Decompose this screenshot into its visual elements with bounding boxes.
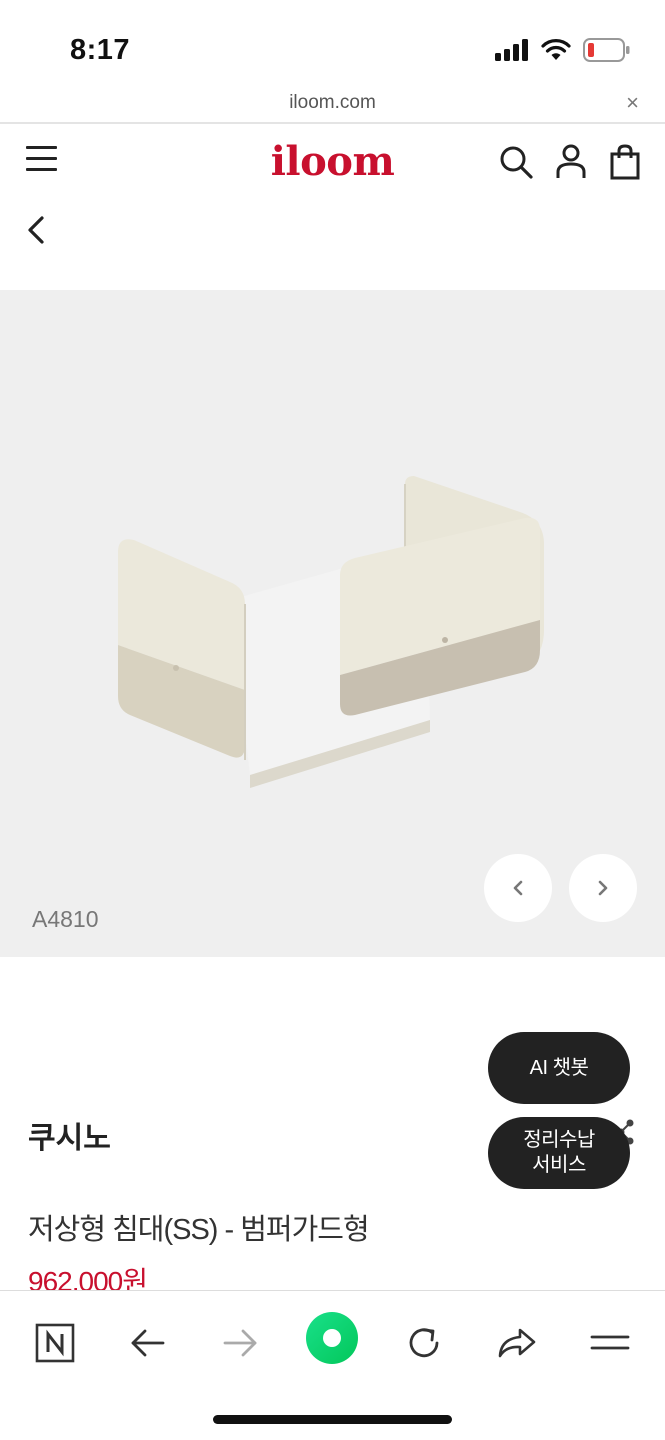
status-time: 8:17 xyxy=(70,34,131,66)
close-icon[interactable]: × xyxy=(626,90,639,116)
more-menu-icon[interactable] xyxy=(582,1315,638,1371)
signal-icon xyxy=(495,39,528,61)
product-code: A4810 xyxy=(32,906,99,932)
product-gallery[interactable]: A4810 xyxy=(0,290,665,957)
naver-home-icon[interactable] xyxy=(27,1315,83,1371)
status-icons xyxy=(495,38,631,62)
ai-chatbot-button[interactable]: AI 챗봇 xyxy=(488,1032,630,1104)
gallery-prev-button[interactable] xyxy=(484,854,552,922)
organization-service-button[interactable]: 정리수납 서비스 xyxy=(488,1117,630,1189)
wifi-icon xyxy=(541,39,571,60)
cart-bag-icon[interactable] xyxy=(610,144,640,180)
site-header: iloom xyxy=(0,124,665,200)
browser-url-bar[interactable]: iloom.com × xyxy=(0,86,665,124)
ai-chatbot-label: AI 챗봇 xyxy=(529,1056,589,1079)
search-icon[interactable] xyxy=(498,144,534,180)
product-image xyxy=(118,476,544,788)
refresh-icon[interactable] xyxy=(396,1315,452,1371)
product-name: 저상형 침대(SS) - 범퍼가드형 xyxy=(28,1214,370,1246)
battery-icon xyxy=(583,38,630,62)
forward-arrow-icon[interactable] xyxy=(212,1315,268,1371)
share-arrow-icon[interactable] xyxy=(489,1315,545,1371)
green-dot-icon[interactable] xyxy=(303,1309,361,1367)
gallery-next-button[interactable] xyxy=(569,854,637,922)
chevron-right-icon xyxy=(598,880,608,896)
status-bar: 8:17 xyxy=(0,0,665,90)
back-arrow-icon[interactable] xyxy=(120,1315,176,1371)
back-chevron-icon[interactable] xyxy=(22,210,54,250)
org-service-label-line1: 정리수납 xyxy=(523,1129,595,1151)
url-text[interactable]: iloom.com xyxy=(0,92,665,114)
org-service-label-line2: 서비스 xyxy=(532,1154,586,1176)
product-brand: 쿠시노 xyxy=(28,1122,111,1155)
user-icon[interactable] xyxy=(556,144,586,180)
chevron-left-icon xyxy=(513,880,523,896)
home-indicator[interactable] xyxy=(213,1415,452,1424)
